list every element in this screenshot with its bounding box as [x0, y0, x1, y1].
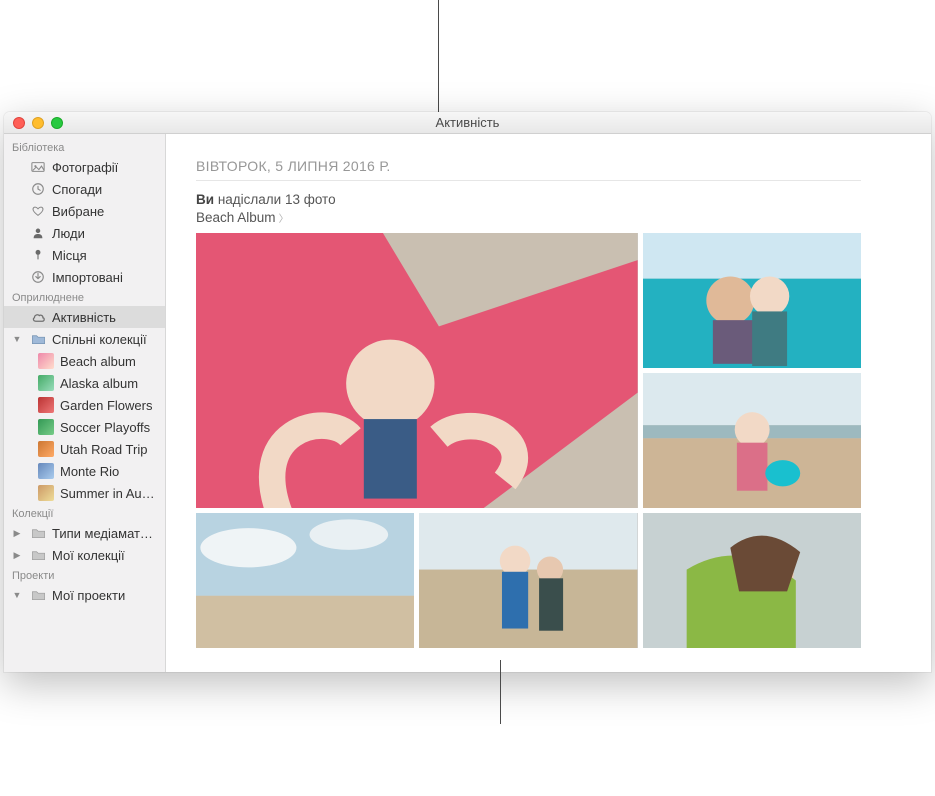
sidebar-item-label: Імпортовані — [52, 270, 123, 285]
minimize-button[interactable] — [32, 117, 44, 129]
sidebar-section-shared: Оприлюднене — [4, 288, 165, 306]
sidebar-item-label: Люди — [52, 226, 85, 241]
album-link[interactable]: Beach Album 〉 — [196, 210, 861, 225]
activity-author: Ви — [196, 192, 214, 207]
window-body: Бібліотека Фотографії Спогади — [4, 134, 931, 672]
sidebar-item-photos[interactable]: Фотографії — [4, 156, 165, 178]
sidebar-item-label: Alaska album — [60, 376, 138, 391]
album-thumb — [38, 485, 54, 501]
album-thumb — [38, 463, 54, 479]
photo-tile[interactable] — [196, 233, 638, 508]
close-button[interactable] — [13, 117, 25, 129]
photo-tile[interactable] — [419, 513, 637, 648]
sidebar-item-my-projects[interactable]: ▼ Мої проекти — [4, 584, 165, 606]
photo-tile[interactable] — [643, 233, 861, 368]
sidebar-item-label: Активність — [52, 310, 116, 325]
cloud-icon — [30, 309, 46, 325]
sidebar-item-label: Beach album — [60, 354, 136, 369]
clock-icon — [30, 181, 46, 197]
sidebar-album-garden[interactable]: Garden Flowers — [4, 394, 165, 416]
album-thumb — [38, 397, 54, 413]
album-thumb — [38, 441, 54, 457]
sidebar-section-library: Бібліотека — [4, 138, 165, 156]
activity-feed: ВІВТОРОК, 5 ЛИПНЯ 2016 Р. Ви надіслали 1… — [166, 134, 931, 648]
sidebar-album-summer[interactable]: Summer in Aus… — [4, 482, 165, 504]
album-thumb — [38, 353, 54, 369]
folder-icon — [30, 547, 46, 563]
sidebar-item-imports[interactable]: Імпортовані — [4, 266, 165, 288]
disclosure-triangle-icon[interactable]: ▼ — [12, 334, 22, 344]
sidebar-item-label: Спогади — [52, 182, 102, 197]
maximize-button[interactable] — [51, 117, 63, 129]
photo-tile[interactable] — [196, 513, 414, 648]
disclosure-triangle-icon[interactable]: ▶ — [12, 528, 22, 539]
sidebar-item-label: Мої проекти — [52, 588, 125, 603]
sidebar-item-label: Вибране — [52, 204, 104, 219]
sidebar-item-label: Місця — [52, 248, 87, 263]
heart-icon — [30, 203, 46, 219]
sidebar-section-projects: Проекти — [4, 566, 165, 584]
disclosure-triangle-icon[interactable]: ▶ — [12, 550, 22, 561]
album-name: Beach Album — [196, 210, 276, 225]
sidebar-item-label: Soccer Playoffs — [60, 420, 150, 435]
sidebar-item-label: Мої колекції — [52, 548, 125, 563]
folder-icon — [30, 525, 46, 541]
sidebar-item-label: Summer in Aus… — [60, 486, 157, 501]
traffic-lights — [4, 117, 63, 129]
activity-summary: Ви надіслали 13 фото — [196, 191, 861, 210]
sidebar-item-favorites[interactable]: Вибране — [4, 200, 165, 222]
photo-tile[interactable] — [643, 513, 861, 648]
sidebar-album-alaska[interactable]: Alaska album — [4, 372, 165, 394]
sidebar-album-monterio[interactable]: Monte Rio — [4, 460, 165, 482]
pin-icon — [30, 247, 46, 263]
sidebar-item-people[interactable]: Люди — [4, 222, 165, 244]
album-thumb — [38, 419, 54, 435]
chevron-right-icon: 〉 — [279, 210, 289, 225]
sidebar-item-places[interactable]: Місця — [4, 244, 165, 266]
sidebar-item-label: Спільні колекції — [52, 332, 147, 347]
sidebar: Бібліотека Фотографії Спогади — [4, 134, 166, 672]
disclosure-triangle-icon[interactable]: ▼ — [12, 590, 22, 600]
sidebar-album-utah[interactable]: Utah Road Trip — [4, 438, 165, 460]
sidebar-item-activity[interactable]: Активність — [4, 306, 165, 328]
callout-line-bottom — [500, 660, 501, 724]
sidebar-section-collections: Колекції — [4, 504, 165, 522]
sidebar-item-label: Фотографії — [52, 160, 118, 175]
sidebar-item-memories[interactable]: Спогади — [4, 178, 165, 200]
folder-icon — [30, 331, 46, 347]
photo-grid — [196, 233, 861, 648]
sidebar-item-label: Utah Road Trip — [60, 442, 147, 457]
folder-icon — [30, 587, 46, 603]
sidebar-item-my-albums[interactable]: ▶ Мої колекції — [4, 544, 165, 566]
album-thumb — [38, 375, 54, 391]
sidebar-album-beach[interactable]: Beach album — [4, 350, 165, 372]
photos-icon — [30, 159, 46, 175]
import-icon — [30, 269, 46, 285]
sidebar-item-label: Garden Flowers — [60, 398, 152, 413]
date-header: ВІВТОРОК, 5 ЛИПНЯ 2016 Р. — [196, 158, 861, 181]
person-icon — [30, 225, 46, 241]
app-window: Активність Бібліотека Фотографії Спогади — [4, 112, 931, 672]
sidebar-album-soccer[interactable]: Soccer Playoffs — [4, 416, 165, 438]
photo-tile[interactable] — [643, 373, 861, 508]
titlebar: Активність — [4, 112, 931, 134]
activity-text: надіслали 13 фото — [214, 192, 336, 207]
main-content: ВІВТОРОК, 5 ЛИПНЯ 2016 Р. Ви надіслали 1… — [166, 134, 931, 672]
sidebar-item-shared-albums[interactable]: ▼ Спільні колекції — [4, 328, 165, 350]
sidebar-item-label: Monte Rio — [60, 464, 119, 479]
sidebar-item-label: Типи медіаматері… — [52, 526, 157, 541]
window-title: Активність — [4, 115, 931, 130]
sidebar-item-media-types[interactable]: ▶ Типи медіаматері… — [4, 522, 165, 544]
